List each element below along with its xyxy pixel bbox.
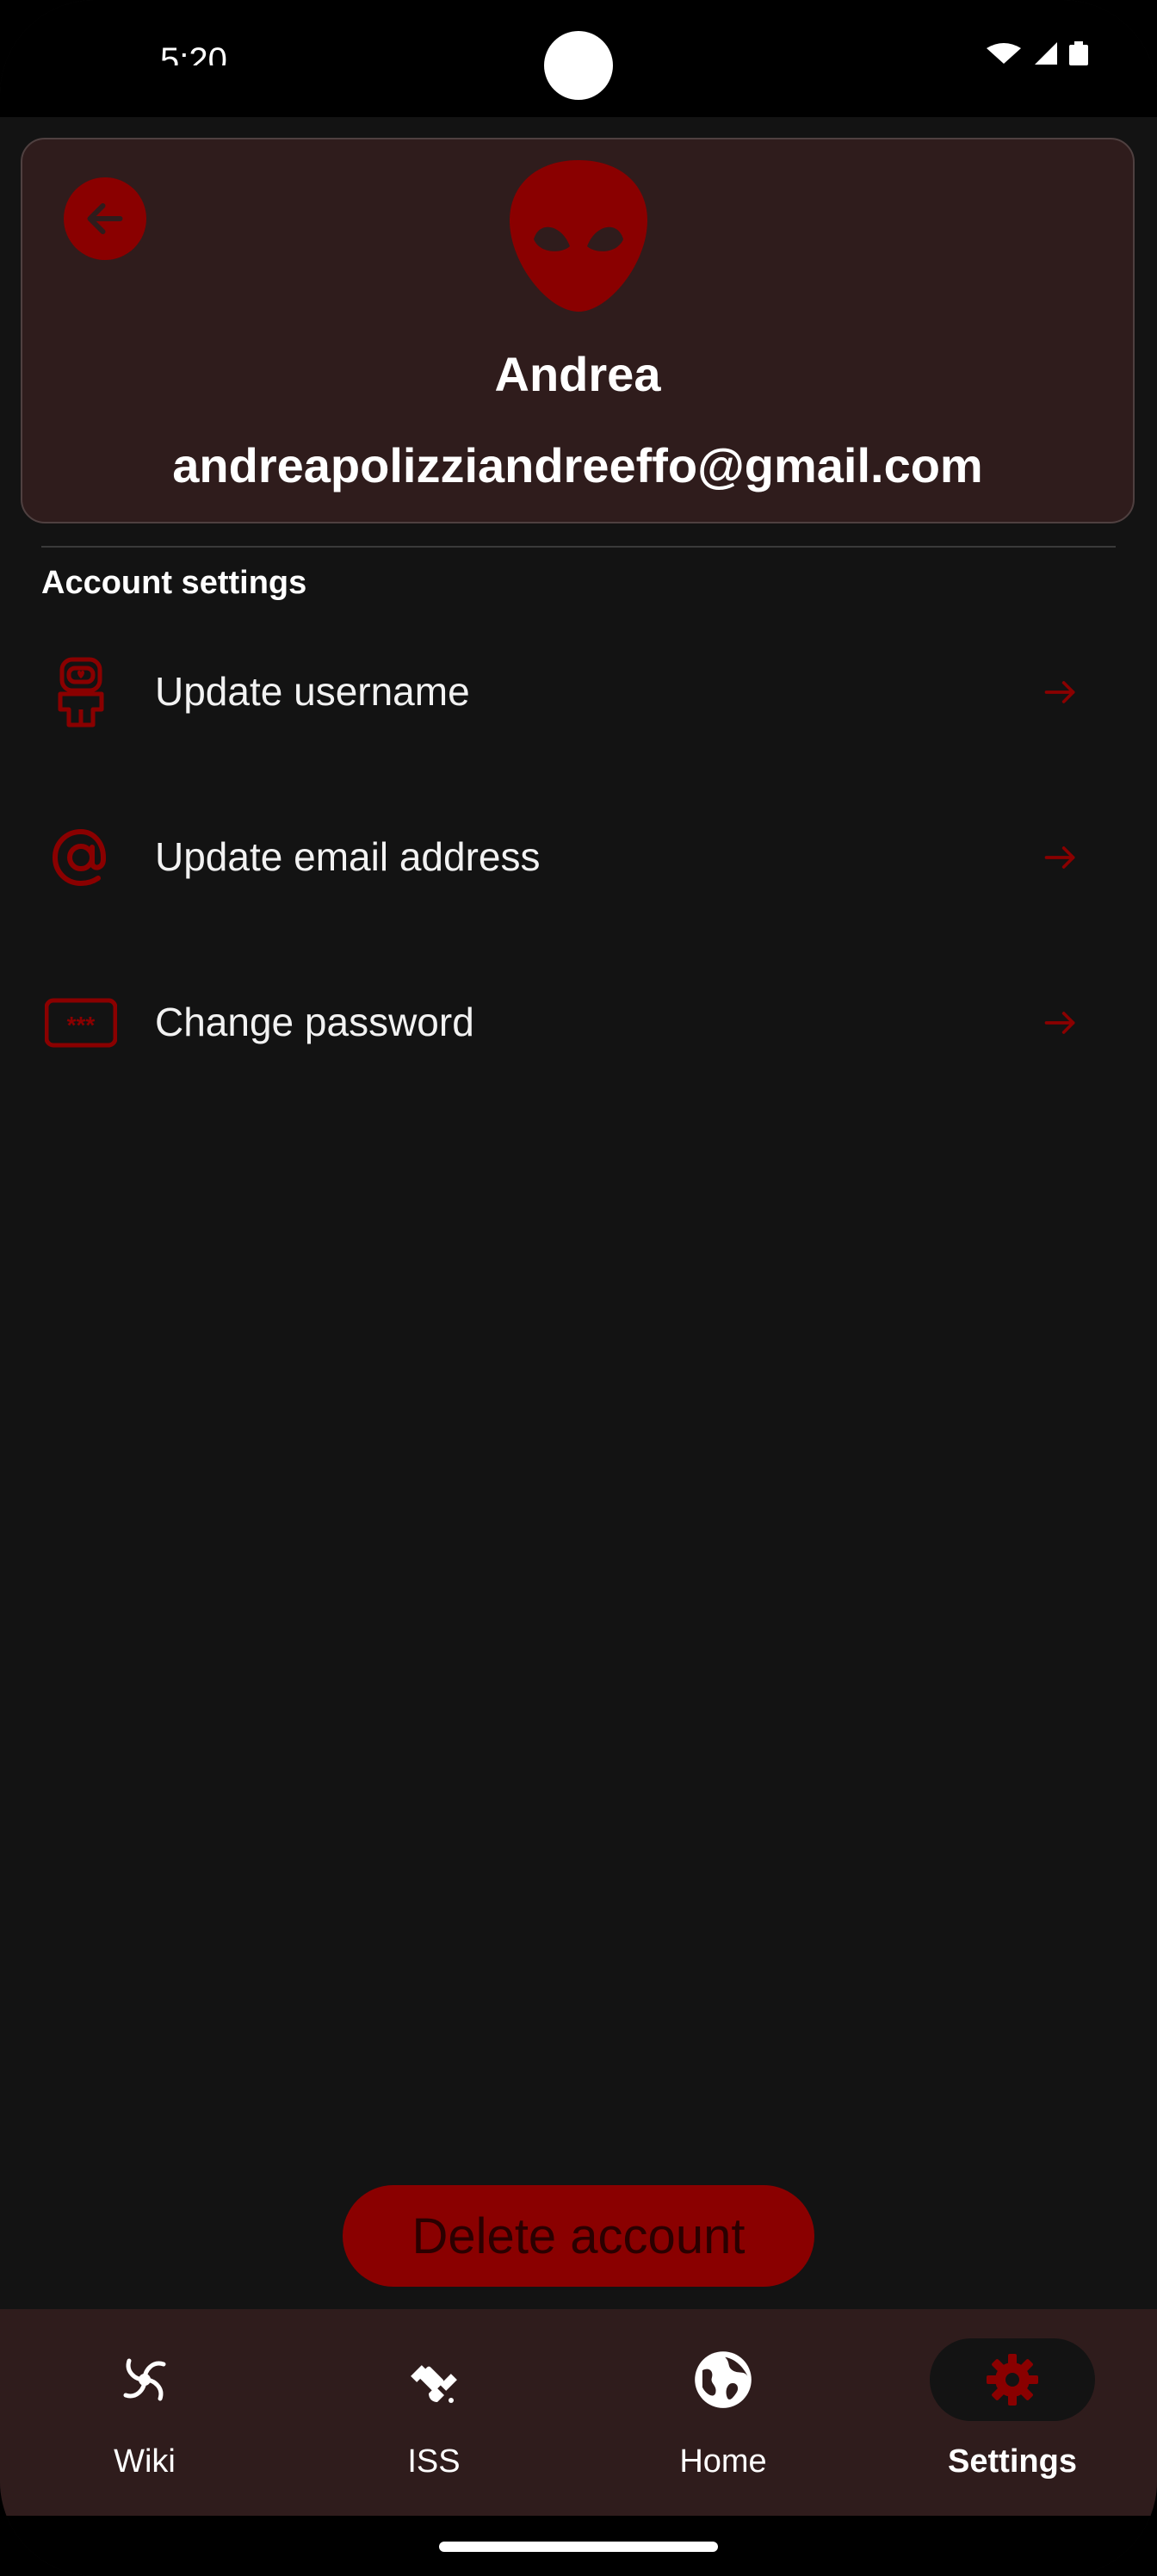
update-email-row[interactable]: Update email address [0, 789, 1157, 926]
astronaut-icon [58, 657, 104, 728]
delete-account-button[interactable]: Delete account [343, 2185, 814, 2287]
wifi-icon [987, 43, 1021, 64]
status-icons [985, 41, 1088, 65]
section-title: Account settings [41, 565, 307, 601]
nav-wiki-label: Wiki [114, 2443, 176, 2480]
signal-icon [1035, 42, 1057, 65]
nav-iss-label: ISS [407, 2443, 461, 2480]
camera-cutout [544, 31, 613, 100]
nav-home-label: Home [679, 2443, 767, 2480]
profile-email: andreapolizziandreeffo@gmail.com [172, 438, 983, 492]
section-divider [41, 546, 1116, 548]
password-icon: *** [45, 998, 117, 1048]
arrow-right-icon [1044, 681, 1075, 703]
nav-wiki-icon-wrap [62, 2338, 227, 2421]
nav-home-icon-wrap [640, 2338, 806, 2421]
profile-name: Andrea [494, 347, 661, 401]
svg-text:***: *** [67, 1012, 96, 1038]
nav-iss[interactable]: ISS [289, 2309, 578, 2516]
settings-screen: 5:20 Andrea andreapolizziandreeffo@gmail… [0, 0, 1157, 2576]
status-time: 5:20 [160, 41, 227, 65]
bottom-nav: Wiki ISS Home Settings [0, 2309, 1157, 2516]
alien-avatar-icon [510, 160, 647, 312]
update-username-label: Update username [155, 669, 470, 714]
status-bar: 5:20 [0, 0, 1157, 117]
globe-icon [695, 2351, 752, 2408]
nav-home[interactable]: Home [578, 2309, 868, 2516]
nav-settings-label: Settings [948, 2443, 1077, 2480]
arrow-right-icon [1044, 846, 1075, 869]
gesture-handle[interactable] [439, 2542, 718, 2552]
change-password-label: Change password [155, 1000, 474, 1044]
nav-iss-icon-wrap [351, 2338, 517, 2421]
at-sign-icon [52, 828, 106, 887]
nav-settings-icon-wrap [930, 2338, 1095, 2421]
update-email-label: Update email address [155, 834, 541, 879]
gesture-area [0, 2516, 1157, 2576]
change-password-row[interactable]: *** Change password [0, 954, 1157, 1092]
back-button[interactable] [64, 177, 146, 260]
profile-card: Andrea andreapolizziandreeffo@gmail.com [21, 138, 1135, 523]
arrow-right-icon [1044, 1012, 1075, 1034]
satellite-icon [411, 2365, 457, 2403]
gear-icon [987, 2354, 1038, 2406]
nav-wiki[interactable]: Wiki [0, 2309, 289, 2516]
nav-settings[interactable]: Settings [868, 2309, 1157, 2516]
galaxy-icon [123, 2358, 166, 2401]
battery-icon [1069, 41, 1088, 65]
arrow-left-icon [87, 203, 123, 234]
update-username-row[interactable]: Update username [0, 623, 1157, 761]
